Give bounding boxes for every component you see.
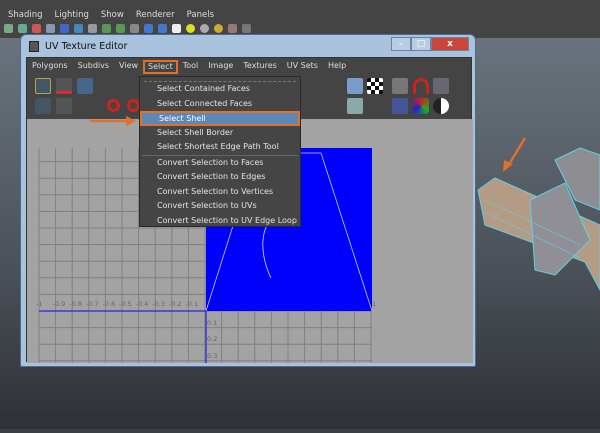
tool-icon[interactable] (116, 24, 125, 33)
tool-icon[interactable] (74, 24, 83, 33)
tool-icon[interactable] (88, 24, 97, 33)
shaded-uv-icon[interactable] (392, 98, 408, 114)
cut-uv-icon[interactable] (77, 78, 93, 94)
tool-icon[interactable] (172, 24, 181, 33)
window-title-bar[interactable]: UV Texture Editor (29, 41, 127, 52)
menu-item-convert-to-edges[interactable]: Convert Selection to Edges (140, 170, 300, 185)
maya-top-bar: Shading Lighting Show Renderer Panels (0, 0, 600, 38)
rotate-ccw-icon[interactable] (107, 99, 120, 112)
menu-textures[interactable]: Textures (238, 60, 281, 74)
tool-icon[interactable] (186, 24, 195, 33)
window-title: UV Texture Editor (45, 41, 128, 52)
u-axis-label: -0.7 (85, 300, 99, 308)
image-dim-icon[interactable] (347, 98, 363, 114)
u-axis-label: -0.3 (152, 300, 165, 308)
menu-item-convert-to-uvs[interactable]: Convert Selection to UVs (140, 199, 300, 214)
tool-icon[interactable] (32, 24, 41, 33)
menu-panels[interactable]: Panels (187, 10, 214, 20)
tool-icon[interactable] (214, 24, 223, 33)
menu-item-convert-to-vertices[interactable]: Convert Selection to Vertices (140, 185, 300, 200)
menu-item-convert-to-uv-edge-loop[interactable]: Convert Selection to UV Edge Loop (140, 214, 300, 229)
u-axis-label: -0.1 (185, 300, 199, 308)
u-axis-label: -0.9 (52, 300, 66, 308)
tool-icon[interactable] (60, 24, 69, 33)
tool-icon[interactable] (46, 24, 55, 33)
u-axis-label: -0.4 (135, 300, 149, 308)
magnet-icon[interactable] (413, 78, 429, 94)
minimize-button[interactable]: – (391, 37, 411, 51)
close-button[interactable]: x (431, 37, 469, 51)
menu-view[interactable]: View (114, 60, 143, 74)
menu-image[interactable]: Image (203, 60, 238, 74)
menu-item-select-connected-faces[interactable]: Select Connected Faces (140, 97, 300, 112)
grid-toggle-icon[interactable] (392, 78, 408, 94)
snap-icon[interactable] (56, 98, 72, 114)
tool-icon[interactable] (102, 24, 111, 33)
u-axis-label: 1 (372, 300, 377, 308)
u-axis-label: -0.2 (168, 300, 182, 308)
unfold-icon[interactable] (35, 98, 51, 114)
orange-arrow-icon (90, 116, 136, 126)
uv-grid-icon[interactable] (35, 78, 51, 94)
menu-polygons[interactable]: Polygons (27, 60, 73, 74)
move-uv-icon[interactable] (56, 78, 72, 94)
checker-icon[interactable] (367, 78, 383, 94)
v-axis-label: 0.3 (207, 351, 218, 360)
v-axis-label: 0.2 (207, 335, 218, 344)
maya-logo-icon (29, 41, 39, 52)
overlap-icon[interactable] (433, 78, 449, 94)
tool-icon[interactable] (200, 24, 209, 33)
select-dropdown-menu: Select Contained Faces Select Connected … (139, 76, 301, 227)
menu-uv-sets[interactable]: UV Sets (282, 60, 323, 74)
menu-show[interactable]: Show (101, 10, 124, 20)
tool-icon[interactable] (130, 24, 139, 33)
tool-icon[interactable] (158, 24, 167, 33)
menu-item-select-contained-faces[interactable]: Select Contained Faces (140, 82, 300, 97)
u-axis-label: -0.5 (119, 300, 132, 308)
tool-icon[interactable] (228, 24, 237, 33)
tool-icon[interactable] (242, 24, 251, 33)
menu-help[interactable]: Help (323, 60, 351, 74)
menu-select[interactable]: Select (143, 60, 178, 74)
menu-item-convert-to-faces[interactable]: Convert Selection to Faces (140, 156, 300, 171)
u-axis-label: -0.8 (69, 300, 82, 308)
image-icon[interactable] (347, 78, 363, 94)
u-axis-label: -0.6 (102, 300, 116, 308)
menu-item-select-shortest-edge-path[interactable]: Select Shortest Edge Path Tool (140, 140, 300, 155)
tool-icon[interactable] (18, 24, 27, 33)
maya-panel-menu: Shading Lighting Show Renderer Panels (8, 10, 214, 20)
orange-arrow-icon (503, 137, 527, 172)
menu-shading[interactable]: Shading (8, 10, 43, 20)
menu-item-select-shell[interactable]: Select Shell (140, 111, 300, 126)
maximize-button[interactable]: □ (411, 37, 431, 51)
menu-subdivs[interactable]: Subdivs (73, 60, 114, 74)
rgb-channels-icon[interactable] (413, 98, 429, 114)
tool-icon[interactable] (144, 24, 153, 33)
tool-icon[interactable] (4, 24, 13, 33)
alpha-channel-icon[interactable] (433, 98, 449, 114)
v-axis-label: 0.1 (207, 318, 218, 327)
menu-lighting[interactable]: Lighting (55, 10, 89, 20)
menu-renderer[interactable]: Renderer (136, 10, 175, 20)
menu-item-select-shell-border[interactable]: Select Shell Border (140, 126, 300, 141)
u-axis-label: -1 (36, 300, 43, 308)
menu-tool[interactable]: Tool (178, 60, 204, 74)
editor-menu-bar: Polygons Subdivs View Select Tool Image … (27, 60, 351, 74)
